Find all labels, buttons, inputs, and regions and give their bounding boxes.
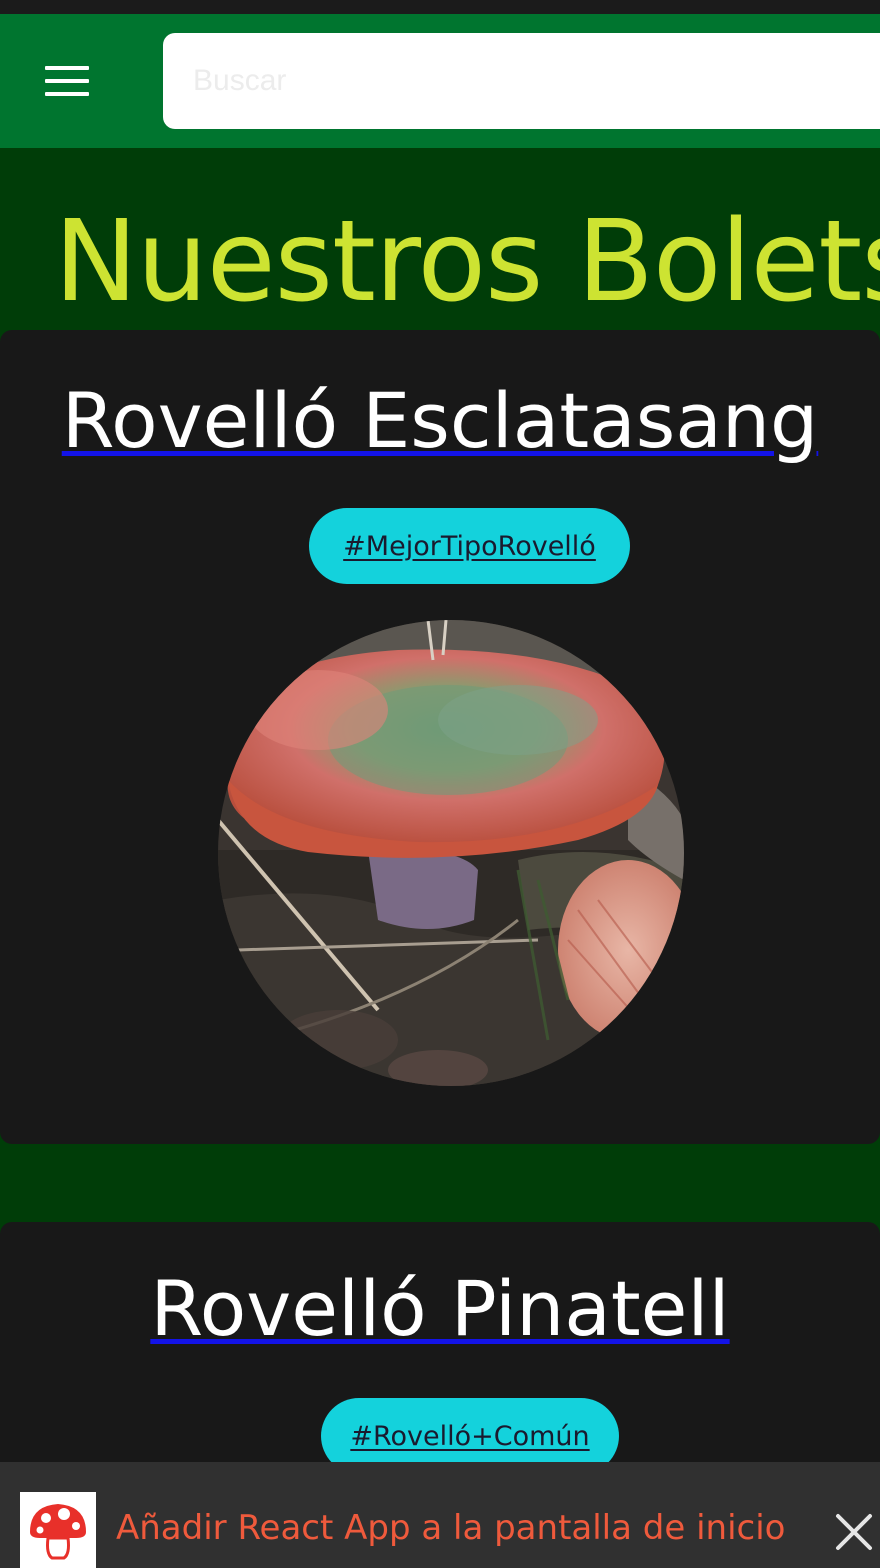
search-input[interactable]: [163, 33, 880, 129]
hamburger-menu-icon[interactable]: [30, 54, 104, 108]
bolet-tag-button[interactable]: #MejorTipoRovelló: [309, 508, 630, 584]
bolet-name: Rovelló Esclatasang: [0, 376, 880, 466]
bolet-card: Rovelló Esclatasang #MejorTipoRovelló: [0, 330, 880, 1144]
install-banner: Añadir React App a la pantalla de inicio: [0, 1462, 880, 1568]
menu-line: [45, 79, 89, 83]
app-bar: [0, 14, 880, 148]
add-to-home-screen-link[interactable]: Añadir React App a la pantalla de inicio: [116, 1508, 785, 1548]
status-strip: [0, 0, 880, 14]
bolet-name-link[interactable]: Rovelló Esclatasang: [62, 376, 819, 465]
mushroom-photo-illustration: [218, 620, 684, 1086]
page-title: Nuestros Bolets: [54, 197, 880, 327]
bolet-name-link[interactable]: Rovelló Pinatell: [150, 1264, 729, 1353]
close-icon[interactable]: [828, 1506, 880, 1558]
mushroom-photo: [218, 620, 684, 1086]
mushroom-icon: [20, 1492, 96, 1568]
menu-line: [45, 66, 89, 70]
bolet-name: Rovelló Pinatell: [0, 1264, 880, 1354]
menu-line: [45, 92, 89, 96]
